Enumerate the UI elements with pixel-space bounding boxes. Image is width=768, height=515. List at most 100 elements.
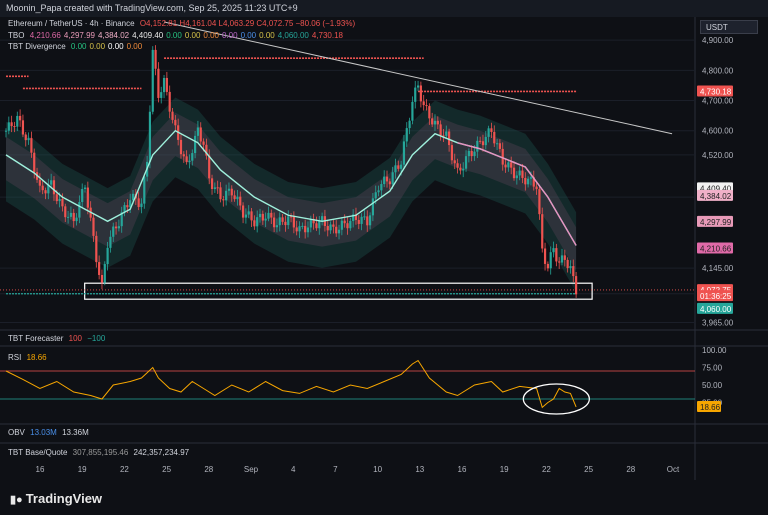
y-tick-label: 4,520.00	[702, 151, 734, 160]
candle-body	[337, 229, 341, 234]
candle-body	[13, 126, 16, 128]
candle-body	[38, 179, 41, 186]
candle-body	[185, 156, 188, 162]
candle-body	[213, 187, 216, 189]
candle-body	[78, 202, 81, 218]
base-quote-name: TBT Base/Quote	[8, 448, 68, 457]
tbo-value-3: 4,409.40	[132, 31, 164, 40]
candle-body	[210, 178, 214, 189]
rsi-tick-label: 75.00	[702, 364, 723, 373]
candle-body	[481, 141, 485, 146]
candle-body	[343, 220, 346, 224]
candle-body	[100, 274, 104, 283]
candle-body	[112, 226, 115, 237]
tradingview-logo[interactable]: ▮● TradingView	[10, 491, 102, 506]
candle-body	[428, 106, 431, 119]
candle-body	[320, 216, 324, 221]
candle-body	[464, 156, 468, 169]
candle-body	[462, 168, 465, 171]
candle-body	[174, 119, 177, 126]
candle-body	[501, 148, 504, 165]
candle-body	[456, 163, 459, 168]
tbo-name: TBO	[8, 31, 25, 40]
candle-body	[315, 223, 318, 229]
candle-body	[309, 218, 312, 228]
divergence-value-2: 0.00	[108, 42, 124, 51]
candle-body	[555, 248, 558, 262]
candle-body	[86, 187, 89, 208]
candle-body	[563, 255, 566, 260]
candle-body	[541, 214, 544, 249]
candle-body	[304, 225, 307, 233]
candle-body	[171, 111, 174, 120]
candle-body	[493, 131, 496, 144]
candle-body	[439, 124, 442, 136]
x-tick-label: 19	[78, 465, 87, 474]
tbo-value-4: 0.00	[166, 31, 182, 40]
candle-body	[524, 177, 527, 185]
candle-body	[408, 120, 411, 129]
candle-body	[168, 91, 171, 112]
candle-body	[431, 118, 434, 125]
ohlc-values: O4,152.81 H4,161.04 L4,063.29 C4,072.75 …	[139, 19, 356, 28]
candle-body	[527, 178, 530, 185]
x-tick-label: 28	[204, 465, 213, 474]
rsi-value-label: 18.66	[700, 403, 721, 412]
currency-button[interactable]: USDT	[700, 20, 758, 34]
candle-body	[10, 122, 13, 127]
attribution-bar: Moonin_Papa created with TradingView.com…	[0, 0, 768, 17]
candle-body	[467, 150, 470, 157]
candle-body	[487, 128, 490, 137]
chart-canvas[interactable]: 4,900.00 4,800.00 4,700.00 4,600.00 4,520.00…	[0, 17, 768, 480]
candle-body	[326, 225, 329, 231]
forecaster-v1: 100	[68, 334, 83, 343]
candle-body	[55, 194, 58, 202]
candle-body	[357, 219, 360, 224]
obv-name: OBV	[8, 428, 25, 437]
candle-body	[388, 181, 391, 185]
rsi-value: 18.66	[26, 353, 47, 362]
candle-body	[162, 77, 166, 93]
candle-body	[244, 214, 247, 218]
candle-body	[569, 266, 572, 269]
candle-body	[4, 130, 8, 132]
candle-body	[137, 198, 140, 207]
candle-body	[24, 134, 27, 141]
candle-body	[400, 164, 403, 169]
y-tick-label: 4,145.00	[702, 264, 734, 273]
candle-body	[490, 128, 493, 132]
candle-body	[16, 115, 19, 127]
candle-body	[225, 190, 228, 201]
candle-body	[558, 261, 561, 263]
candle-body	[518, 170, 521, 176]
divergence-value-0: 0.00	[70, 42, 87, 51]
candle-body	[405, 128, 408, 142]
candle-body	[306, 227, 310, 233]
x-tick-label: 19	[500, 465, 509, 474]
tradingview-brand: TradingView	[25, 491, 103, 506]
candle-body	[512, 167, 516, 179]
candle-body	[241, 205, 245, 218]
candle-body	[459, 167, 462, 171]
candle-body	[433, 120, 437, 125]
forecaster-legend: TBT Forecaster 100 −100	[8, 334, 108, 343]
candle-body	[21, 120, 25, 135]
divergence-value-1: 0.00	[89, 42, 106, 51]
obv-v1: 13.03M	[30, 428, 57, 437]
candle-body	[360, 216, 363, 224]
candle-body	[273, 217, 276, 228]
candle-body	[301, 225, 304, 227]
candle-body	[19, 115, 22, 121]
candle-body	[560, 255, 564, 263]
candle-body	[64, 206, 67, 218]
candle-body	[340, 220, 343, 230]
candle-body	[397, 165, 400, 169]
candle-body	[103, 264, 106, 283]
candle-body	[250, 211, 253, 221]
candle-body	[549, 252, 552, 269]
y-tick-label: 4,700.00	[702, 97, 734, 106]
candle-body	[222, 199, 225, 201]
symbol-legend: Ethereum / TetherUS · 4h · Binance O4,15…	[8, 19, 358, 28]
price-label: 4,060.00	[700, 305, 732, 314]
candle-body	[208, 155, 211, 179]
